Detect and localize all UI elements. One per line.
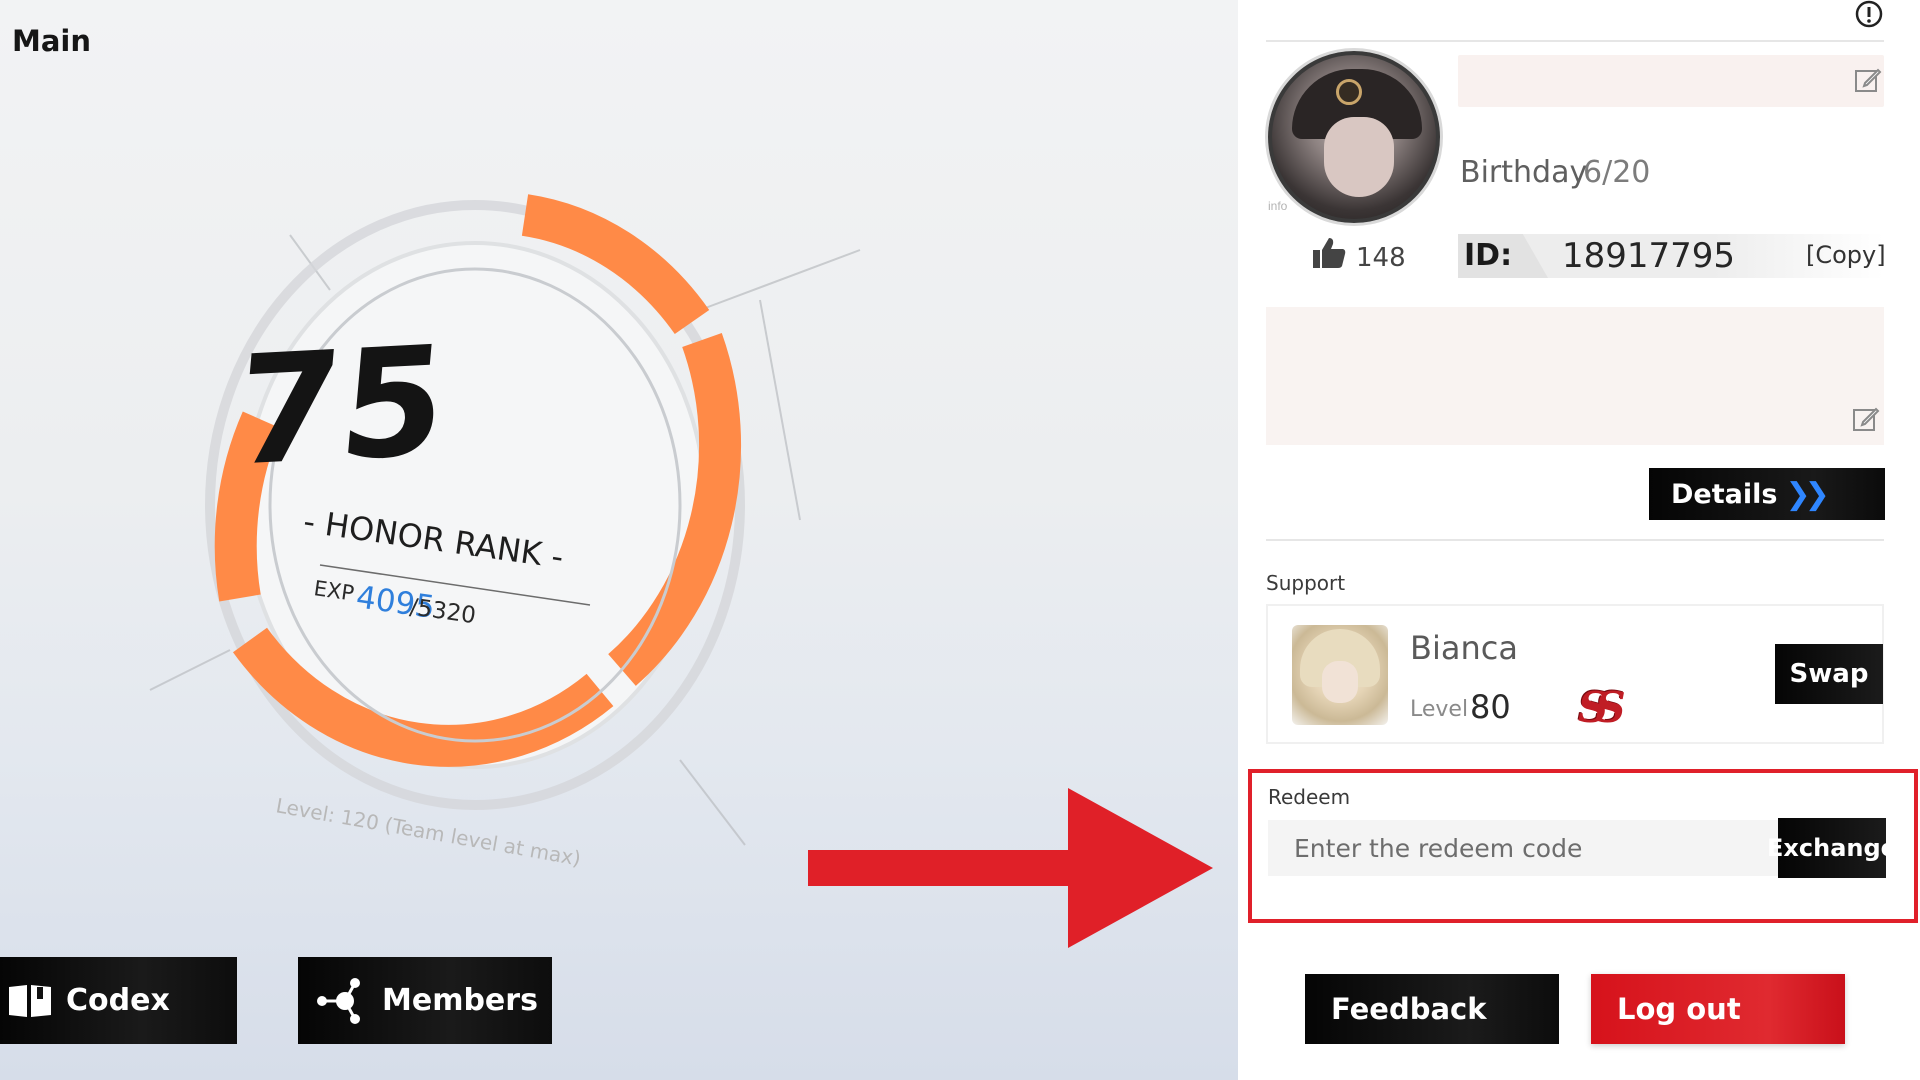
- codex-label: Codex: [66, 983, 170, 1018]
- signature-field[interactable]: [1266, 307, 1884, 445]
- support-rank-badge: SS: [1578, 683, 1626, 732]
- logout-button[interactable]: Log out: [1591, 974, 1845, 1044]
- support-level-label: Level: [1410, 697, 1469, 722]
- redeem-title: Redeem: [1268, 785, 1351, 809]
- support-character-name: Bianca: [1410, 629, 1518, 667]
- likes-count: 148: [1356, 243, 1406, 273]
- members-label: Members: [382, 983, 538, 1018]
- support-character-avatar[interactable]: [1292, 625, 1388, 725]
- screen-title: Main: [12, 24, 92, 58]
- double-chevron-icon: ❯❯: [1785, 476, 1829, 512]
- details-button[interactable]: Details ❯❯: [1649, 468, 1885, 520]
- divider: [1266, 40, 1884, 42]
- edit-name-icon[interactable]: [1854, 66, 1882, 94]
- id-value: 18917795: [1562, 236, 1736, 276]
- avatar[interactable]: [1268, 51, 1440, 223]
- edit-signature-icon[interactable]: [1852, 405, 1880, 433]
- feedback-button[interactable]: Feedback: [1305, 974, 1559, 1044]
- birthday-label: Birthday: [1460, 155, 1588, 190]
- honor-rank-number: 75: [229, 313, 453, 500]
- support-level-value: 80: [1470, 688, 1511, 726]
- details-label: Details: [1671, 478, 1778, 510]
- thumbs-up-icon[interactable]: [1311, 236, 1347, 270]
- book-icon: [4, 983, 56, 1019]
- codex-button[interactable]: Codex: [0, 957, 237, 1044]
- arrow-icon: [808, 788, 1213, 948]
- info-icon[interactable]: [1851, 0, 1887, 32]
- copy-id-button[interactable]: [Copy]: [1806, 241, 1886, 269]
- redeem-code-input[interactable]: [1268, 820, 1780, 876]
- birthday-value: 6/20: [1583, 155, 1651, 190]
- members-button[interactable]: Members: [298, 957, 552, 1044]
- network-icon: [314, 977, 364, 1025]
- id-label: ID:: [1464, 238, 1513, 273]
- exchange-button[interactable]: Exchange: [1767, 818, 1897, 878]
- avatar-info-label: info: [1268, 199, 1288, 213]
- main-scene: 75 - HONOR RANK - EXP 4095 /5320 Level: …: [0, 0, 1238, 1080]
- support-title: Support: [1266, 571, 1346, 595]
- swap-button[interactable]: Swap: [1775, 644, 1883, 704]
- name-field[interactable]: [1458, 55, 1884, 107]
- divider: [1266, 539, 1884, 541]
